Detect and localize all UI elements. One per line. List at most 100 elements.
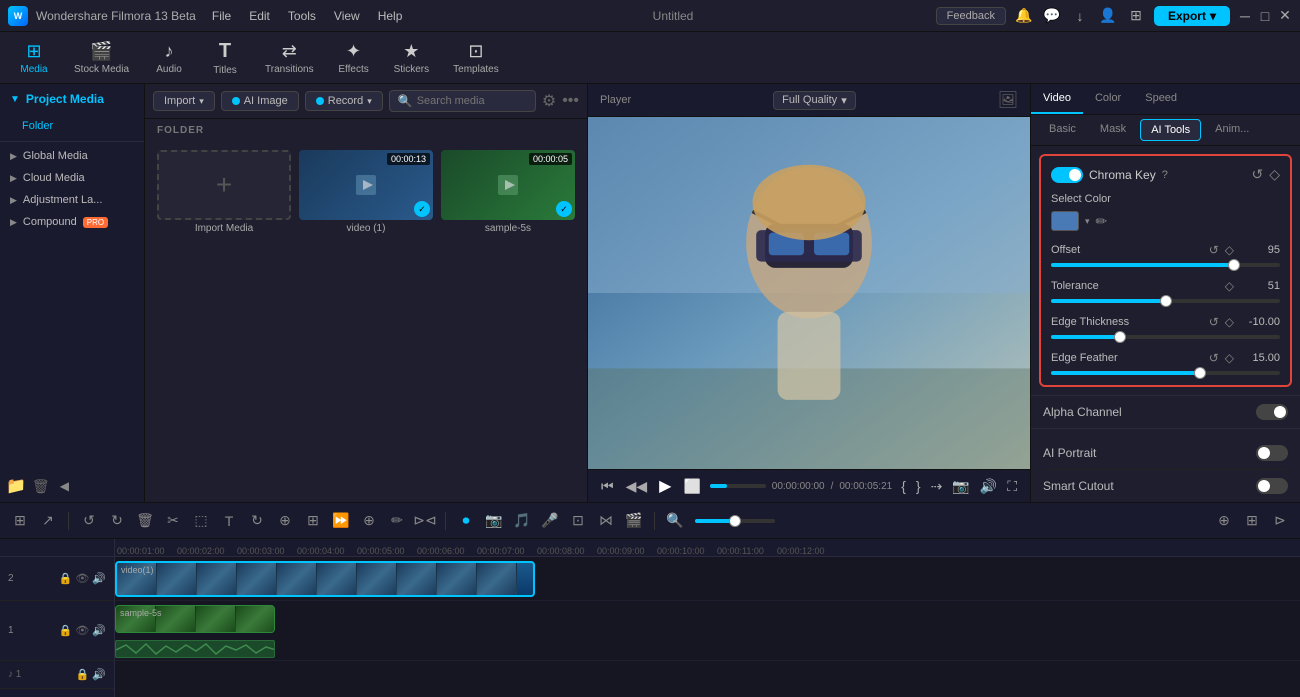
color-swatch[interactable] xyxy=(1051,211,1079,231)
alpha-channel-toggle[interactable] xyxy=(1256,404,1288,420)
search-input[interactable] xyxy=(417,95,527,107)
close-button[interactable]: ✕ xyxy=(1278,9,1292,23)
video1-clip[interactable]: video(1) xyxy=(115,561,535,597)
toolbar-templates[interactable]: ⊡ Templates xyxy=(443,37,509,79)
zoom-slider-thumb[interactable] xyxy=(729,515,741,527)
color-dropdown-arrow[interactable]: ▾ xyxy=(1085,216,1090,227)
chroma-key-help-icon[interactable]: ? xyxy=(1162,169,1168,181)
track1-audio-icon[interactable]: 🔊 xyxy=(92,624,106,637)
track1-eye-icon[interactable]: 👁 xyxy=(75,624,89,637)
undo-icon[interactable]: ↺ xyxy=(77,509,101,533)
chroma-key-toggle[interactable] xyxy=(1051,167,1083,183)
sidebar-item-adjustment[interactable]: ▶ Adjustment La... xyxy=(0,189,144,211)
toolbar-effects[interactable]: ✦ Effects xyxy=(328,37,380,79)
play-button[interactable]: ▶ xyxy=(656,476,674,496)
cut-icon[interactable]: ✂ xyxy=(161,509,185,533)
toolbar-titles[interactable]: T Titles xyxy=(199,36,251,80)
more-icon[interactable]: ••• xyxy=(562,92,579,110)
audio-lock-icon[interactable]: 🔒 xyxy=(76,668,90,681)
insert-icon[interactable]: ⊞ xyxy=(301,509,325,533)
tolerance-slider-thumb[interactable] xyxy=(1160,295,1172,307)
tolerance-slider[interactable] xyxy=(1051,299,1280,303)
edge-thickness-diamond-icon[interactable]: ◇ xyxy=(1225,315,1234,329)
toolbar-stock-media[interactable]: 🎬 Stock Media xyxy=(64,37,139,79)
edge-thickness-slider[interactable] xyxy=(1051,335,1280,339)
sidebar-item-cloud-media[interactable]: ▶ Cloud Media xyxy=(0,167,144,189)
timeline-select-icon[interactable]: ↗ xyxy=(36,509,60,533)
user-icon[interactable]: 👤 xyxy=(1098,6,1118,26)
edge-thickness-reset-icon[interactable]: ↺ xyxy=(1209,315,1219,329)
tab-color[interactable]: Color xyxy=(1083,84,1133,114)
preview-settings-icon[interactable]: 🖼 xyxy=(998,90,1018,110)
record-button[interactable]: Record ▾ xyxy=(305,91,383,111)
export-button[interactable]: Export ▾ xyxy=(1154,6,1230,26)
menu-help[interactable]: Help xyxy=(370,7,411,25)
add-folder-icon[interactable]: 📁 xyxy=(6,476,26,496)
maximize-button[interactable]: □ xyxy=(1258,9,1272,23)
sidebar-item-global-media[interactable]: ▶ Global Media xyxy=(0,145,144,167)
eyedropper-tool[interactable]: ✏ xyxy=(1096,213,1108,230)
tab-speed[interactable]: Speed xyxy=(1133,84,1189,114)
smart-cutout-toggle[interactable] xyxy=(1256,478,1288,494)
layout-icon[interactable]: ⊞ xyxy=(1240,509,1264,533)
stabilize-icon[interactable]: ⊕ xyxy=(273,509,297,533)
edge-feather-slider-thumb[interactable] xyxy=(1194,367,1206,379)
sidebar-item-compound[interactable]: ▶ Compound PRO xyxy=(0,211,144,233)
zoom-in-icon[interactable]: ⊕ xyxy=(357,509,381,533)
menu-edit[interactable]: Edit xyxy=(241,7,278,25)
grid-icon[interactable]: ⊞ xyxy=(1126,6,1146,26)
subtab-ai-tools[interactable]: AI Tools xyxy=(1140,119,1201,141)
chat-icon[interactable]: 💬 xyxy=(1042,6,1062,26)
notification-icon[interactable]: 🔔 xyxy=(1014,6,1034,26)
subtab-basic[interactable]: Basic xyxy=(1039,119,1086,141)
speed-icon[interactable]: ⏩ xyxy=(329,509,353,533)
edge-feather-reset-icon[interactable]: ↺ xyxy=(1209,351,1219,365)
sample5s-clip[interactable]: sample-5s xyxy=(115,605,275,633)
chroma-reset-icon[interactable]: ↺ xyxy=(1251,166,1263,183)
add-media-icon[interactable]: 🎬 xyxy=(622,509,646,533)
quality-select[interactable]: Full Quality ▾ xyxy=(773,91,856,110)
rotate-icon[interactable]: ↻ xyxy=(245,509,269,533)
collapse-panel-button[interactable]: ◀ xyxy=(56,479,73,493)
subtitle-icon[interactable]: ⊡ xyxy=(566,509,590,533)
crop-icon[interactable]: ⬚ xyxy=(189,509,213,533)
fullscreen-button[interactable]: ⛶ xyxy=(1004,478,1020,495)
toolbar-media[interactable]: ⊞ Media xyxy=(8,37,60,79)
toolbar-stickers[interactable]: ★ Stickers xyxy=(384,37,440,79)
edge-feather-slider[interactable] xyxy=(1051,371,1280,375)
chroma-diamond-icon[interactable]: ◇ xyxy=(1269,166,1280,183)
effects-apply-icon[interactable]: ⊳⊲ xyxy=(413,509,437,533)
track2-audio-icon[interactable]: 🔊 xyxy=(92,572,106,585)
clip-selector-button[interactable]: ⇢ xyxy=(928,478,946,495)
preview-timeline-bar[interactable] xyxy=(710,484,766,488)
filter-icon[interactable]: ⚙ xyxy=(542,91,556,111)
edge-thickness-slider-thumb[interactable] xyxy=(1114,331,1126,343)
camera-icon[interactable]: 📷 xyxy=(482,509,506,533)
project-media-header[interactable]: ▼ Project Media xyxy=(0,84,144,114)
ai-portrait-toggle[interactable] xyxy=(1256,445,1288,461)
delete-clip-icon[interactable]: 🗑 xyxy=(133,509,157,533)
ai-image-button[interactable]: AI Image xyxy=(221,91,299,111)
toolbar-transitions[interactable]: ⇄ Transitions xyxy=(255,37,324,79)
merge-icon[interactable]: ⋈ xyxy=(594,509,618,533)
record-icon[interactable]: ⏺ xyxy=(454,509,478,533)
audio-track-icon[interactable]: 🎵 xyxy=(510,509,534,533)
import-button[interactable]: Import ▾ xyxy=(153,91,215,111)
track2-lock-icon[interactable]: 🔒 xyxy=(59,572,73,585)
redo-icon[interactable]: ↻ xyxy=(105,509,129,533)
offset-slider[interactable] xyxy=(1051,263,1280,267)
minimize-button[interactable]: ─ xyxy=(1238,9,1252,23)
subtab-anim[interactable]: Anim... xyxy=(1205,119,1259,141)
stop-button[interactable]: ⬜ xyxy=(680,478,703,495)
screenshot-button[interactable]: 📷 xyxy=(949,478,972,495)
mark-out-button[interactable]: } xyxy=(913,478,924,495)
audio-button[interactable]: 🔊 xyxy=(977,478,1000,495)
menu-tools[interactable]: Tools xyxy=(280,7,324,25)
expand-icon[interactable]: ⊳ xyxy=(1268,509,1292,533)
sidebar-item-folder[interactable]: Folder xyxy=(6,115,138,137)
zoom-in-tl-icon[interactable]: ⊕ xyxy=(1212,509,1236,533)
toolbar-audio[interactable]: ♪ Audio xyxy=(143,37,195,79)
edge-feather-diamond-icon[interactable]: ◇ xyxy=(1225,351,1234,365)
mark-in-button[interactable]: { xyxy=(898,478,909,495)
text-icon[interactable]: T xyxy=(217,509,241,533)
